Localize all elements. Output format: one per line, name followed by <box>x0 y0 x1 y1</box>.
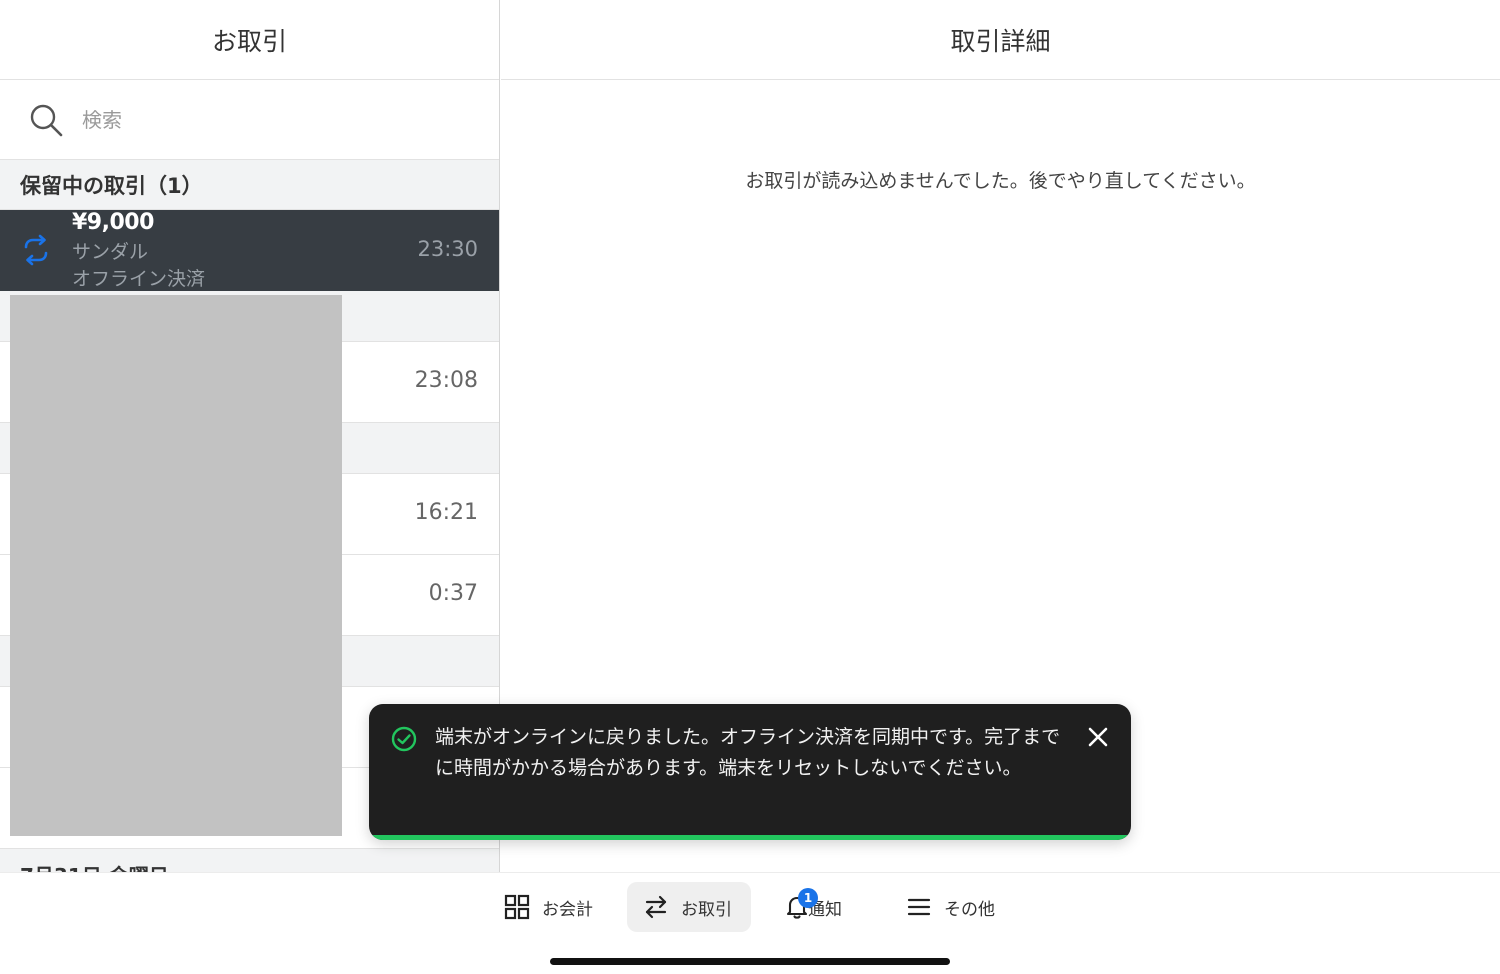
home-indicator[interactable] <box>550 958 950 965</box>
pending-amount: ¥9,000 <box>72 210 154 235</box>
pending-transaction-row[interactable]: ¥9,000 サンダル オフライン決済 23:30 <box>0 210 499 291</box>
pending-item-name: サンダル <box>72 241 149 263</box>
notification-badge: 1 <box>798 888 818 908</box>
transaction-time: 0:37 <box>428 581 478 606</box>
load-error-message: お取引が読み込めませんでした。後でやり直してください。 <box>745 170 1256 192</box>
nav-more-label: その他 <box>944 899 995 920</box>
toast-progress-bar <box>369 835 1131 840</box>
bottom-navigation: お会計 お取引 1 通知 その他 <box>0 872 1500 974</box>
date-section-label: 7月31日 金曜日 <box>20 860 169 872</box>
pending-section-header: 保留中の取引（1） <box>0 160 499 210</box>
pending-time: 23:30 <box>417 237 478 261</box>
check-circle-icon <box>391 726 417 752</box>
nav-transactions-label: お取引 <box>681 899 732 920</box>
menu-icon <box>907 898 931 916</box>
sync-icon <box>24 234 48 266</box>
detail-title: 取引詳細 <box>501 0 1500 80</box>
search-input[interactable] <box>82 107 462 132</box>
transactions-title: お取引 <box>0 0 499 80</box>
redacted-area <box>10 295 342 836</box>
nav-more[interactable]: その他 <box>890 882 1011 932</box>
transaction-time: 16:21 <box>414 500 478 525</box>
grid-icon <box>504 894 530 920</box>
nav-transactions[interactable]: お取引 <box>627 882 751 932</box>
nav-checkout[interactable]: お会計 <box>488 882 609 932</box>
toast-message: 端末がオンラインに戻りました。オフライン決済を同期中です。完了までに時間がかかる… <box>435 726 1061 779</box>
sync-toast: 端末がオンラインに戻りました。オフライン決済を同期中です。完了までに時間がかかる… <box>369 704 1131 840</box>
nav-checkout-label: お会計 <box>542 899 593 920</box>
nav-notifications[interactable]: 1 通知 <box>768 882 858 932</box>
swap-arrows-icon <box>645 895 667 919</box>
search-bar[interactable] <box>0 80 499 160</box>
transaction-time: 23:08 <box>414 368 478 393</box>
search-icon <box>30 104 63 136</box>
close-icon[interactable] <box>1087 726 1109 748</box>
pending-status: オフライン決済 <box>72 268 206 290</box>
